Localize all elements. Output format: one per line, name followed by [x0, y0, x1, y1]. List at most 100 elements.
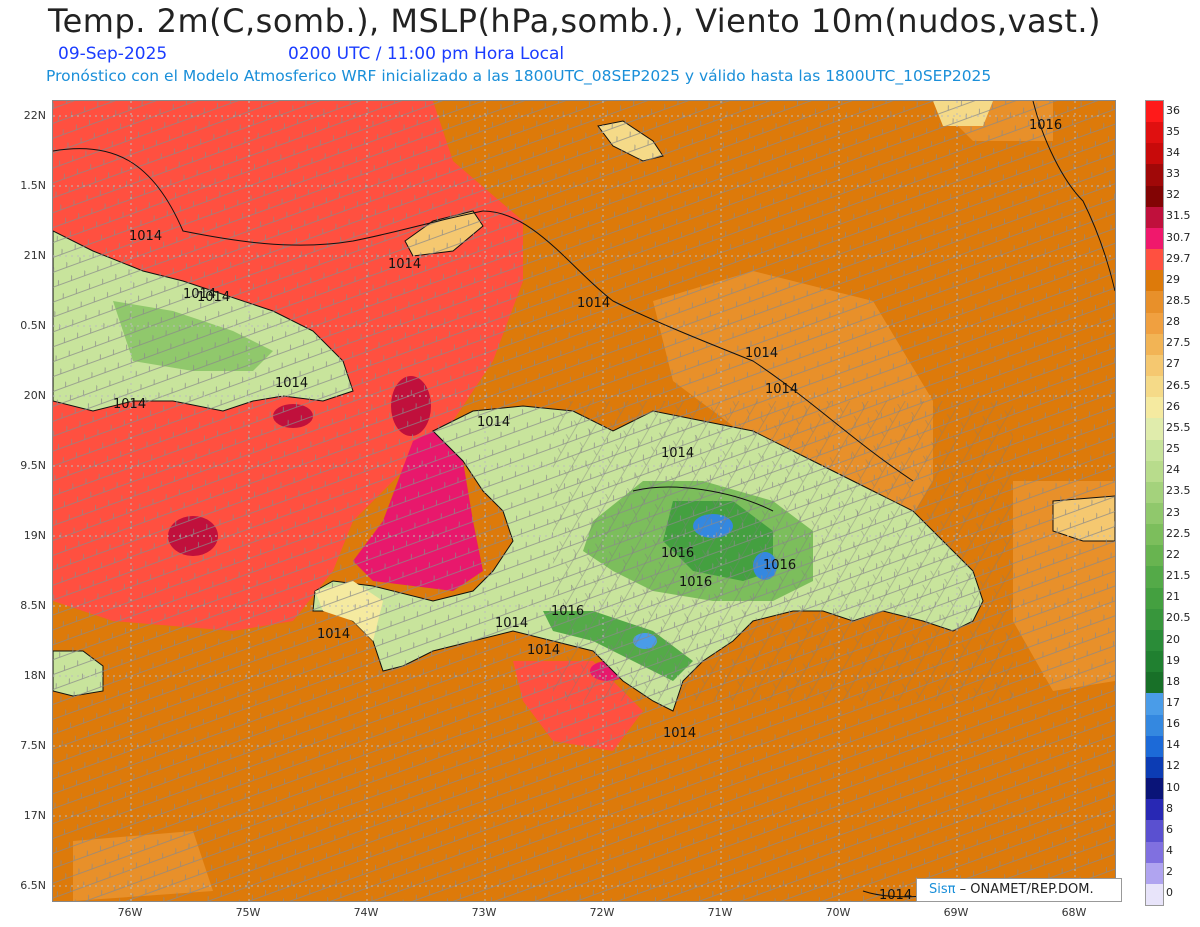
forecast-date-line: 09-Sep-2025 0200 UTC / 11:00 pm Hora Loc…	[58, 44, 564, 64]
colorbar-label: 32	[1166, 188, 1180, 202]
colorbar-label: 29	[1166, 272, 1180, 286]
isobar-label: 1014	[765, 382, 798, 397]
lat-label: 21N	[23, 249, 46, 262]
isobar-label: 1016	[1029, 118, 1062, 133]
lon-label: 69W	[943, 906, 969, 919]
lon-label: 72W	[589, 906, 615, 919]
colorbar-label: 34	[1166, 145, 1180, 159]
temperature-colorbar	[1145, 100, 1164, 906]
colorbar-label: 25.5	[1166, 420, 1191, 434]
colorbar-cell	[1146, 799, 1163, 821]
colorbar-cell	[1146, 883, 1163, 906]
colorbar-cell	[1146, 778, 1163, 800]
colorbar-label: 20.5	[1166, 611, 1191, 625]
colorbar-cell	[1146, 862, 1163, 885]
lat-label: 0.5N	[20, 319, 46, 332]
colorbar-label: 10	[1166, 780, 1180, 794]
isobar-label: 1014	[388, 257, 421, 272]
colorbar-cell	[1146, 693, 1163, 716]
isobar-label: 1014	[275, 376, 308, 391]
colorbar-cell	[1146, 122, 1163, 144]
forecast-map: 1016 1014 1014 1014 1014 1014 1014 1014 …	[52, 100, 1116, 902]
colorbar-label: 14	[1166, 738, 1180, 752]
isobar-label: 1014	[477, 415, 510, 430]
colorbar-cell	[1146, 503, 1163, 525]
lon-label: 73W	[471, 906, 497, 919]
colorbar-cell	[1146, 354, 1163, 377]
colorbar-label: 8	[1166, 801, 1173, 815]
colorbar-label: 12	[1166, 759, 1180, 773]
colorbar-label: 26.5	[1166, 378, 1191, 392]
colorbar-label: 25	[1166, 442, 1180, 456]
colorbar-cell	[1146, 101, 1163, 123]
colorbar-label: 20	[1166, 632, 1180, 646]
colorbar-cell	[1146, 841, 1163, 864]
colorbar-cell	[1146, 545, 1163, 567]
colorbar-label: 4	[1166, 844, 1173, 858]
lat-label: 1.5N	[20, 179, 46, 192]
colorbar-cell	[1146, 291, 1163, 314]
colorbar-cell	[1146, 333, 1163, 356]
colorbar-label: 22	[1166, 547, 1180, 561]
colorbar-label: 36	[1166, 103, 1180, 117]
isobar-label: 1014	[661, 446, 694, 461]
colorbar-cell	[1146, 587, 1163, 610]
colorbar-label: 27	[1166, 357, 1180, 371]
isobar-label: 1014	[495, 616, 528, 631]
lon-label: 76W	[117, 906, 143, 919]
colorbar-label: 30.7	[1166, 230, 1191, 244]
isobar-label: 1014	[663, 726, 696, 741]
isobar-label: 1016	[679, 575, 712, 590]
lat-label: 8.5N	[20, 599, 46, 612]
colorbar-label: 31.5	[1166, 209, 1191, 223]
isobar-label: 1014	[129, 229, 162, 244]
isobar-label: 1014	[527, 643, 560, 658]
colorbar-label: 18	[1166, 674, 1180, 688]
colorbar-cell	[1146, 439, 1163, 462]
colorbar-label: 29.7	[1166, 251, 1191, 265]
isobar-label: 1014	[317, 627, 350, 642]
colorbar-cell	[1146, 672, 1163, 694]
isobar-label: 1016	[763, 558, 796, 573]
colorbar-cell	[1146, 227, 1163, 250]
credit-brand: Sisπ	[929, 882, 956, 897]
lat-label: 20N	[23, 389, 46, 402]
colorbar-cell	[1146, 376, 1163, 398]
colorbar-label: 16	[1166, 717, 1180, 731]
colorbar-label: 23	[1166, 505, 1180, 519]
colorbar-cell	[1146, 735, 1163, 758]
colorbar-label: 23.5	[1166, 484, 1191, 498]
lon-label: 68W	[1061, 906, 1087, 919]
lat-label: 17N	[23, 809, 46, 822]
colorbar-label: 2	[1166, 865, 1173, 879]
isobar-label: 1014	[745, 346, 778, 361]
colorbar-label: 28.5	[1166, 294, 1191, 307]
colorbar-cell	[1146, 397, 1163, 419]
colorbar-cell	[1146, 270, 1163, 292]
credit-box: Sisπ – ONAMET/REP.DOM.	[916, 878, 1122, 902]
colorbar-label: 19	[1166, 653, 1180, 667]
colorbar-cell	[1146, 249, 1163, 271]
lon-label: 75W	[235, 906, 261, 919]
isobar-label: 1016	[551, 604, 584, 619]
credit-text: – ONAMET/REP.DOM.	[959, 882, 1094, 897]
colorbar-label: 26	[1166, 399, 1180, 413]
colorbar-cell	[1146, 756, 1163, 779]
forecast-date: 09-Sep-2025	[58, 44, 168, 64]
lon-label: 74W	[353, 906, 379, 919]
colorbar-cell	[1146, 143, 1163, 165]
colorbar-cell	[1146, 629, 1163, 652]
lon-label: 71W	[707, 906, 733, 919]
model-run-info: Pronóstico con el Modelo Atmosferico WRF…	[46, 67, 992, 85]
isobar-label: 1014	[197, 290, 230, 305]
lat-label: 9.5N	[20, 459, 46, 472]
colorbar-label: 21.5	[1166, 569, 1191, 583]
colorbar-label: 6	[1166, 822, 1173, 836]
colorbar-cell	[1146, 481, 1163, 504]
wind-barbs-land	[553, 401, 1013, 701]
colorbar-label: 24	[1166, 463, 1180, 477]
lat-label: 7.5N	[20, 739, 46, 752]
colorbar-cell	[1146, 418, 1163, 441]
lat-label: 19N	[23, 529, 46, 542]
lat-label: 6.5N	[20, 879, 46, 892]
